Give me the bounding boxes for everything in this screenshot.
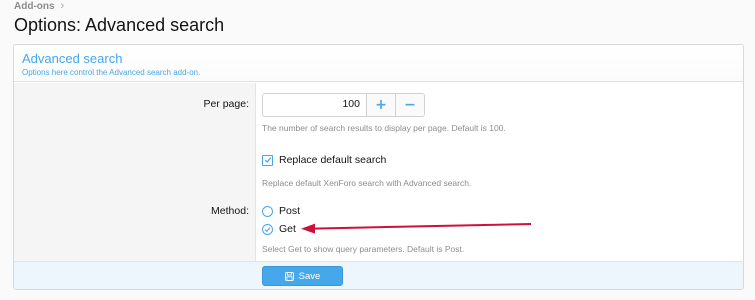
replace-search-label[interactable]: Replace default search [279,154,386,166]
save-button-label: Save [298,270,321,282]
per-page-stepper: + − [262,93,425,117]
get-radio[interactable] [262,223,273,235]
page-title: Options: Advanced search [14,15,225,35]
decrement-button[interactable]: − [395,94,424,116]
method-option-get[interactable]: Get [262,223,296,235]
per-page-label: Per page: [203,98,249,110]
breadcrumb: Add-ons › [14,0,64,12]
method-hint: Select Get to show query parameters. Def… [262,244,465,254]
breadcrumb-item-add-ons[interactable]: Add-ons [14,1,55,12]
checkmark-icon [264,226,271,232]
panel-footer: Save [14,261,743,289]
per-page-input[interactable] [263,94,366,114]
checkmark-icon [264,157,271,163]
post-radio[interactable] [262,205,273,217]
replace-search-checkbox[interactable] [262,154,273,166]
get-radio-label[interactable]: Get [279,223,296,235]
replace-search-checkbox-row[interactable]: Replace default search [262,154,386,166]
method-label: Method: [211,205,249,217]
method-option-post[interactable]: Post [262,205,300,217]
floppy-disk-icon [284,271,294,281]
post-radio-label[interactable]: Post [279,205,300,217]
panel-title: Advanced search [22,51,123,66]
chevron-right-icon: › [60,0,65,12]
per-page-hint: The number of search results to display … [262,123,506,133]
increment-button[interactable]: + [366,94,395,116]
panel-description: Options here control the Advanced search… [22,68,201,77]
form-body: Per page: + − The number of search resul… [14,83,743,261]
save-button[interactable]: Save [262,266,343,286]
panel-header: Advanced search Options here control the… [14,45,743,82]
options-panel: Advanced search Options here control the… [13,44,744,290]
replace-search-hint: Replace default XenForo search with Adva… [262,178,472,188]
